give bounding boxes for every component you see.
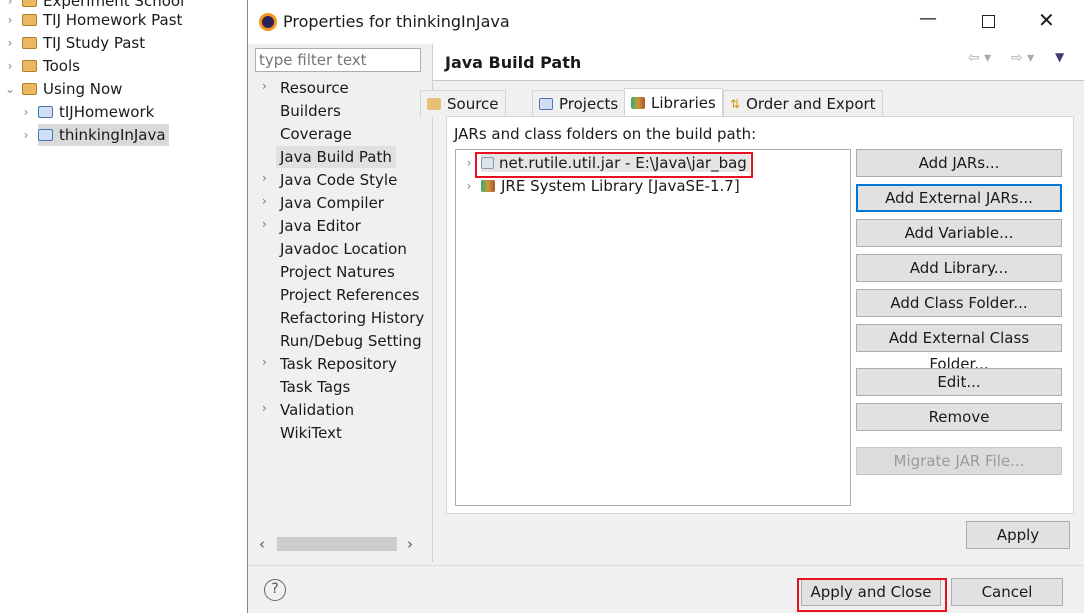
nav-item[interactable]: Project References [280, 284, 419, 306]
chevron-right-icon[interactable]: › [262, 355, 267, 369]
nav-item[interactable]: Task Repository [280, 353, 397, 375]
divider [432, 44, 433, 562]
tab-libraries[interactable]: Libraries [624, 88, 723, 117]
add-jars-button[interactable]: Add JARs... [856, 149, 1062, 177]
tree-item[interactable]: › thinkingInJava [20, 124, 169, 146]
library-icon [481, 180, 495, 192]
list-label: JARs and class folders on the build path… [454, 125, 757, 143]
properties-dialog: Properties for thinkingInJava — ✕ › Resou… [247, 0, 1084, 613]
tab-projects[interactable]: Projects [532, 90, 626, 117]
tab-source[interactable]: Source [420, 90, 506, 117]
nav-item[interactable]: Task Tags [280, 376, 350, 398]
highlight-box [797, 578, 947, 612]
add-class-folder-button[interactable]: Add Class Folder... [856, 289, 1062, 317]
nav-item[interactable]: Validation [280, 399, 354, 421]
chevron-right-icon[interactable]: › [262, 401, 267, 415]
eclipse-icon [259, 13, 277, 31]
add-external-class-folder-button[interactable]: Add External Class Folder... [856, 324, 1062, 373]
nav-item[interactable]: Java Editor [280, 215, 361, 237]
filter-input[interactable] [255, 48, 421, 72]
nav-item[interactable]: WikiText [280, 422, 342, 444]
nav-item[interactable]: Javadoc Location [280, 238, 407, 260]
back-icon[interactable]: ⇦ ▾ [968, 50, 991, 66]
build-path-list[interactable]: › net.rutile.util.jar - E:\Java\jar_bag … [455, 149, 851, 506]
projects-icon [539, 98, 553, 110]
nav-item[interactable]: Run/Debug Setting [280, 330, 422, 352]
nav-item[interactable]: Resource [280, 77, 349, 99]
tree-item[interactable]: › Tools [4, 55, 80, 77]
tree-item[interactable]: ⌄ Using Now [4, 78, 122, 100]
folder-icon [22, 0, 37, 7]
maximize-button[interactable] [982, 15, 995, 28]
cancel-button[interactable]: Cancel [951, 578, 1063, 606]
project-error-icon [38, 106, 53, 118]
folder-icon [22, 83, 37, 95]
dialog-title: Properties for thinkingInJava [283, 12, 510, 31]
folder-icon [22, 60, 37, 72]
chevron-right-icon[interactable]: › [463, 179, 475, 193]
order-icon: ⇅ [730, 97, 741, 111]
nav-item[interactable]: Refactoring History [280, 307, 424, 329]
nav-item[interactable]: Java Code Style [280, 169, 397, 191]
minimize-button[interactable]: — [919, 8, 937, 29]
chevron-right-icon[interactable]: › [262, 194, 267, 208]
page-title: Java Build Path [445, 53, 582, 72]
nav-item[interactable]: Java Compiler [280, 192, 384, 214]
tree-item[interactable]: › TIJ Homework Past [4, 9, 183, 31]
chevron-right-icon[interactable]: › [4, 55, 16, 77]
edit-button[interactable]: Edit... [856, 368, 1062, 396]
scroll-right-icon[interactable]: › [407, 535, 413, 553]
source-icon [427, 98, 441, 110]
add-variable-button[interactable]: Add Variable... [856, 219, 1062, 247]
chevron-right-icon[interactable]: › [262, 217, 267, 231]
chevron-right-icon[interactable]: › [4, 32, 16, 54]
menu-icon[interactable]: ▼ [1055, 50, 1064, 64]
remove-button[interactable]: Remove [856, 403, 1062, 431]
scrollbar-thumb[interactable] [277, 537, 397, 551]
apply-button[interactable]: Apply [966, 521, 1070, 549]
horizontal-scrollbar[interactable]: ‹ › [255, 535, 421, 553]
chevron-right-icon[interactable]: › [20, 124, 32, 146]
button-bar: ? Apply and Close Cancel [248, 565, 1084, 613]
nav-item[interactable]: Project Natures [280, 261, 395, 283]
chevron-right-icon[interactable]: › [4, 9, 16, 31]
nav-item[interactable]: Coverage [280, 123, 352, 145]
nav-item[interactable]: Builders [280, 100, 341, 122]
add-library-button[interactable]: Add Library... [856, 254, 1062, 282]
project-icon [38, 129, 53, 141]
list-item[interactable]: › JRE System Library [JavaSE-1.7] [463, 175, 740, 197]
add-external-jars-button[interactable]: Add External JARs... [856, 184, 1062, 212]
chevron-right-icon[interactable]: › [262, 171, 267, 185]
chevron-right-icon[interactable]: › [463, 156, 475, 170]
scroll-left-icon[interactable]: ‹ [259, 535, 265, 553]
forward-icon[interactable]: ⇨ ▾ [1011, 50, 1034, 66]
tree-item[interactable]: › tIJHomework [20, 101, 155, 123]
category-tree: › Resource Builders Coverage Java Build Path… [248, 77, 431, 557]
chevron-right-icon[interactable]: › [262, 79, 267, 93]
folder-icon [22, 14, 37, 26]
libraries-icon [631, 97, 645, 109]
close-button[interactable]: ✕ [1038, 8, 1055, 32]
title-bar: Properties for thinkingInJava — ✕ [248, 0, 1084, 44]
tab-order-export[interactable]: ⇅ Order and Export [723, 90, 883, 117]
chevron-down-icon[interactable]: ⌄ [4, 78, 16, 100]
folder-icon [22, 37, 37, 49]
chevron-right-icon[interactable]: › [20, 101, 32, 123]
page-header: Java Build Path ⇦ ▾ ⇨ ▾ ▼ [433, 44, 1084, 81]
nav-item[interactable]: Java Build Path [276, 146, 396, 168]
help-icon[interactable]: ? [264, 579, 286, 601]
tree-item[interactable]: › TIJ Study Past [4, 32, 146, 54]
migrate-jar-button[interactable]: Migrate JAR File... [856, 447, 1062, 475]
